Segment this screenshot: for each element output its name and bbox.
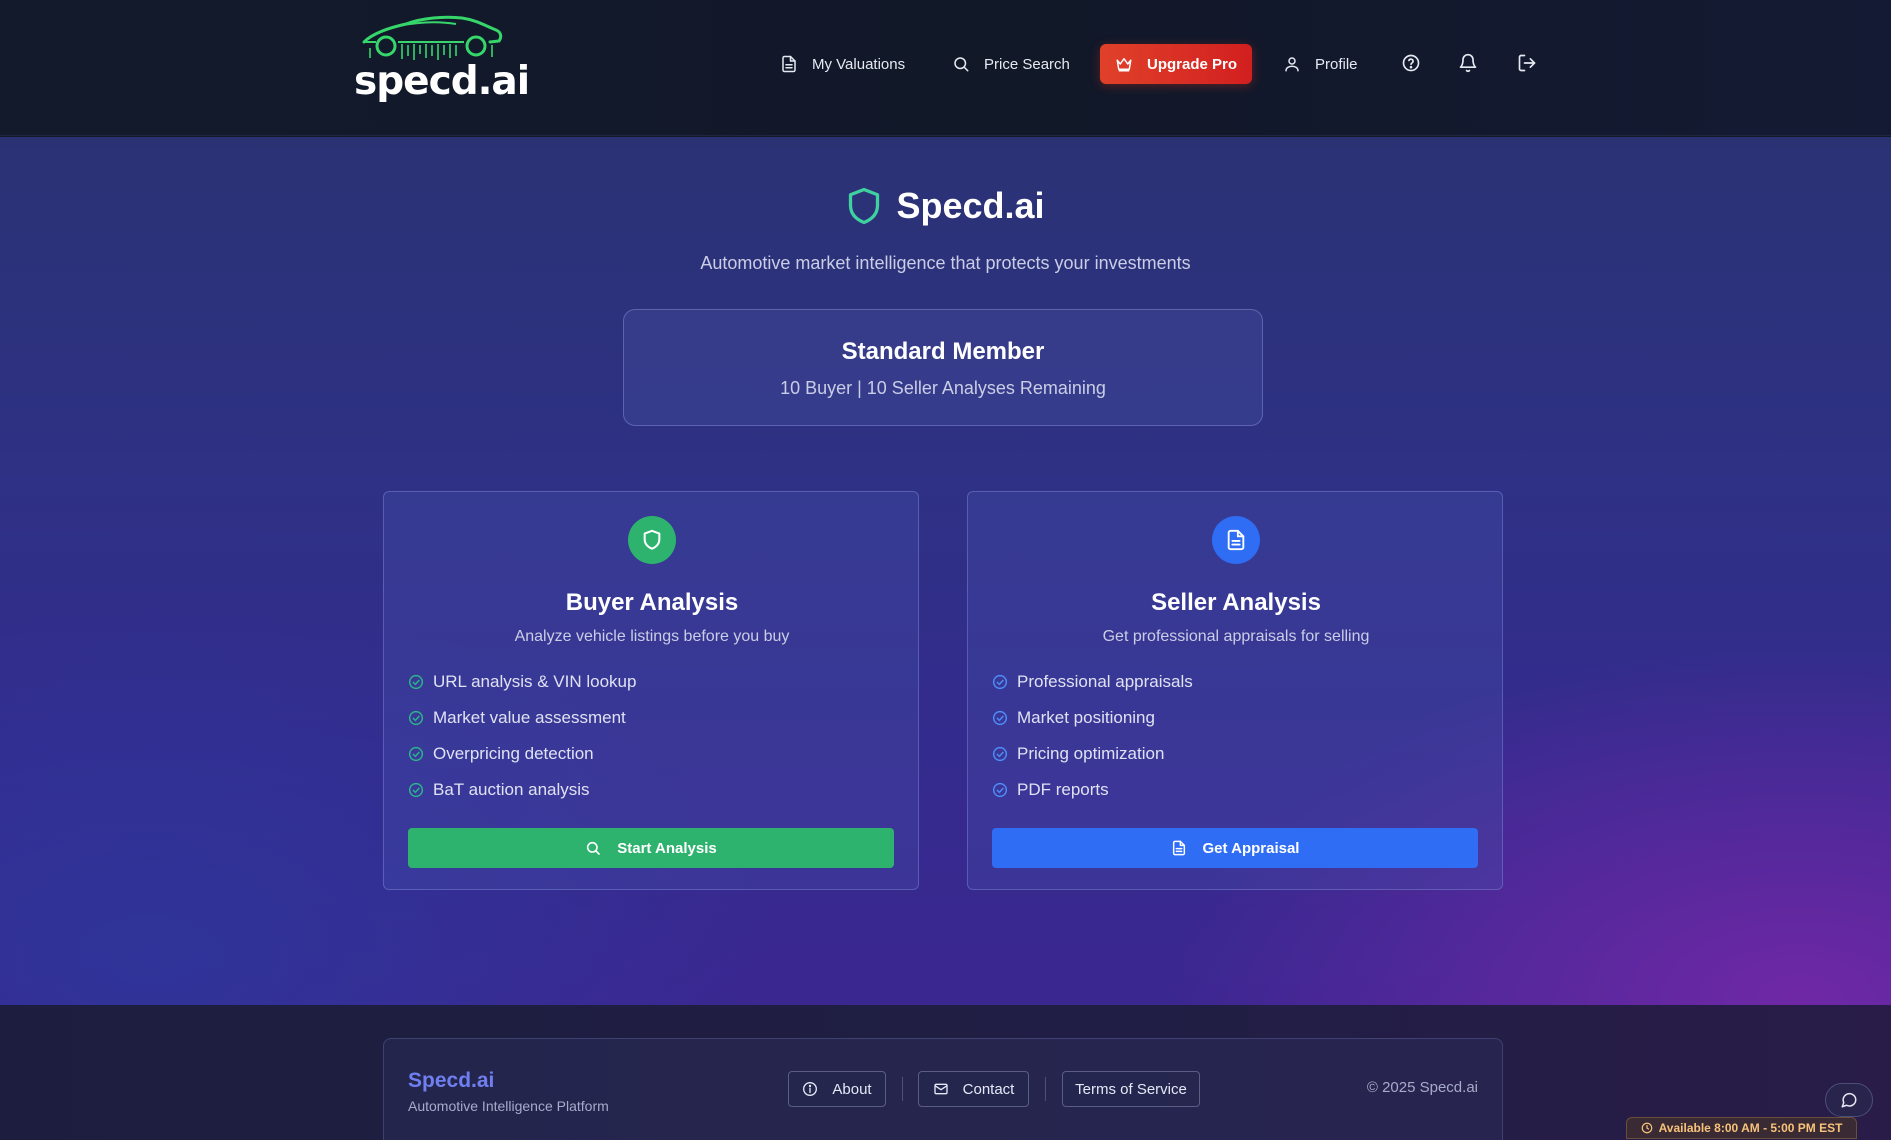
button-label: Terms of Service	[1075, 1080, 1187, 1098]
start-analysis-button[interactable]: Start Analysis	[408, 828, 894, 868]
about-button[interactable]: About	[788, 1071, 886, 1107]
feature-text: PDF reports	[1017, 780, 1109, 799]
mail-icon	[933, 1083, 948, 1095]
bell-icon[interactable]	[1458, 53, 1478, 73]
contact-button[interactable]: Contact	[918, 1071, 1029, 1107]
chat-button[interactable]	[1825, 1083, 1873, 1117]
membership-tier: Standard Member	[841, 338, 1045, 365]
feature-text: BaT auction analysis	[433, 780, 590, 799]
logout-icon[interactable]	[1517, 53, 1537, 73]
file-text-icon	[1227, 529, 1245, 551]
shield-icon	[849, 187, 880, 225]
list-item: BaT auction analysis	[408, 772, 636, 808]
footer-card: Specd.ai Automotive Intelligence Platfor…	[383, 1038, 1503, 1140]
seller-badge	[1212, 516, 1260, 564]
top-navbar: specd.ai My Valuations Price Search Upgr…	[0, 0, 1891, 136]
search-icon	[954, 57, 969, 72]
crown-icon	[1116, 58, 1132, 72]
card-subtitle: Get professional appraisals for selling	[1102, 628, 1370, 645]
upgrade-label: Upgrade Pro	[1146, 55, 1237, 73]
card-title: Buyer Analysis	[565, 589, 739, 616]
feature-list: Professional appraisals Market positioni…	[992, 664, 1193, 808]
feature-text: URL analysis & VIN lookup	[433, 672, 637, 691]
availability-badge: Available 8:00 AM - 5:00 PM EST	[1626, 1117, 1857, 1139]
nav-label: Profile	[1315, 55, 1358, 73]
nav-label: Price Search	[984, 55, 1070, 73]
message-circle-icon	[1841, 1092, 1857, 1108]
divider	[1045, 1077, 1046, 1101]
feature-list: URL analysis & VIN lookup Market value a…	[408, 664, 636, 808]
card-subtitle: Analyze vehicle listings before you buy	[514, 628, 790, 645]
nav-profile[interactable]: Profile	[1283, 44, 1358, 84]
buyer-analysis-card: Buyer Analysis Analyze vehicle listings …	[383, 491, 919, 890]
button-label: About	[832, 1080, 872, 1098]
feature-text: Overpricing detection	[433, 744, 594, 763]
check-circle-icon	[408, 674, 424, 690]
check-circle-icon	[992, 674, 1008, 690]
availability-text: Available 8:00 AM - 5:00 PM EST	[1658, 1121, 1843, 1135]
check-circle-icon	[992, 746, 1008, 762]
list-item: Market value assessment	[408, 700, 636, 736]
membership-card: Standard Member 10 Buyer | 10 Seller Ana…	[623, 309, 1263, 426]
user-icon	[1285, 57, 1299, 72]
file-text-icon	[782, 55, 796, 73]
feature-text: Market value assessment	[433, 708, 626, 727]
car-logo-icon	[362, 15, 503, 60]
hero-subtitle: Automotive market intelligence that prot…	[700, 253, 1191, 273]
list-item: URL analysis & VIN lookup	[408, 664, 636, 700]
analyses-remaining: 10 Buyer | 10 Seller Analyses Remaining	[780, 378, 1106, 398]
feature-text: Market positioning	[1017, 708, 1155, 727]
footer-tagline: Automotive Intelligence Platform	[408, 1098, 609, 1114]
footer: Specd.ai Automotive Intelligence Platfor…	[0, 1005, 1891, 1140]
logo[interactable]: specd.ai	[354, 12, 530, 107]
check-circle-icon	[408, 710, 424, 726]
feature-text: Pricing optimization	[1017, 744, 1165, 763]
list-item: Overpricing detection	[408, 736, 636, 772]
get-appraisal-button[interactable]: Get Appraisal	[992, 828, 1478, 868]
main-content: Specd.ai Automotive market intelligence …	[0, 137, 1891, 1005]
terms-of-service-button[interactable]: Terms of Service	[1062, 1071, 1200, 1107]
copyright: © 2025 Specd.ai	[1366, 1079, 1478, 1096]
nav-label: My Valuations	[812, 55, 906, 73]
upgrade-pro-button[interactable]: Upgrade Pro	[1100, 44, 1252, 84]
button-label: Start Analysis	[617, 839, 717, 857]
search-icon	[587, 841, 601, 855]
hero-title: Specd.ai	[896, 185, 1045, 226]
button-label: Contact	[962, 1080, 1015, 1098]
help-circle-icon[interactable]	[1401, 53, 1421, 73]
seller-analysis-card: Seller Analysis Get professional apprais…	[967, 491, 1503, 890]
clock-icon	[1641, 1122, 1652, 1134]
nav-my-valuations[interactable]: My Valuations	[780, 44, 905, 84]
card-title: Seller Analysis	[1151, 589, 1321, 616]
check-circle-icon	[992, 710, 1008, 726]
file-text-icon	[1172, 840, 1185, 856]
list-item: Professional appraisals	[992, 664, 1193, 700]
divider	[902, 1077, 903, 1101]
feature-text: Professional appraisals	[1017, 672, 1193, 691]
button-label: Get Appraisal	[1202, 839, 1300, 857]
check-circle-icon	[992, 782, 1008, 798]
footer-brand[interactable]: Specd.ai	[408, 1069, 494, 1093]
list-item: PDF reports	[992, 772, 1193, 808]
buyer-badge	[628, 516, 676, 564]
info-icon	[803, 1082, 818, 1096]
shield-icon	[643, 529, 661, 550]
hero-heading: Specd.ai	[0, 185, 1891, 227]
list-item: Market positioning	[992, 700, 1193, 736]
list-item: Pricing optimization	[992, 736, 1193, 772]
check-circle-icon	[408, 746, 424, 762]
logo-wordmark: specd.ai	[354, 59, 530, 104]
nav-price-search[interactable]: Price Search	[952, 44, 1070, 84]
check-circle-icon	[408, 782, 424, 798]
